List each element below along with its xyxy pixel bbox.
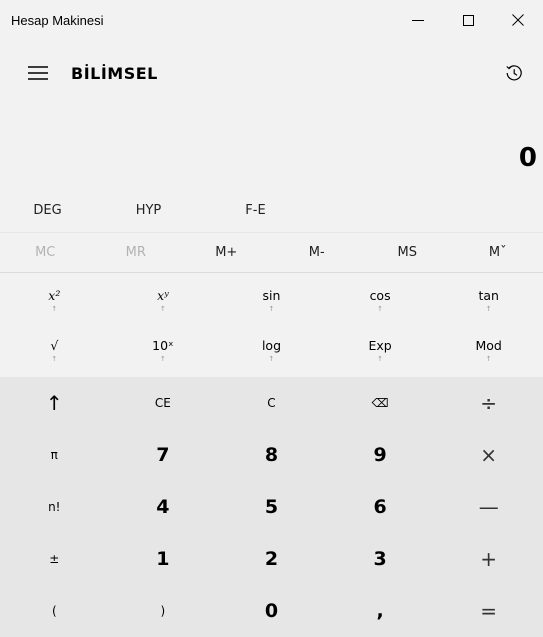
- key-label: log: [261, 337, 282, 353]
- memory-add-button[interactable]: M+: [181, 233, 272, 272]
- key-label: tan: [478, 287, 499, 303]
- mode-toggles: DEG HYP F-E: [0, 194, 543, 226]
- key-label: sin: [262, 287, 281, 303]
- multiply-button[interactable]: ×: [434, 429, 543, 481]
- arrow-up-icon: ↑: [268, 354, 275, 363]
- result-display: 0: [518, 143, 537, 173]
- tan-button[interactable]: tan ↑: [434, 275, 543, 325]
- arrow-up-icon: ↑: [377, 354, 384, 363]
- digit-3-button[interactable]: 3: [326, 533, 435, 585]
- sqrt-button[interactable]: √ ↑: [0, 325, 109, 375]
- pi-button[interactable]: π: [0, 429, 109, 481]
- key-label: √: [50, 337, 59, 353]
- function-keys: x² ↑ xʸ ↑ sin ↑ cos ↑ tan ↑ √ ↑ 10ˣ ↑ lo…: [0, 275, 543, 375]
- mode-title: BİLİMSEL: [71, 63, 158, 83]
- mod-button[interactable]: Mod ↑: [434, 325, 543, 375]
- memory-row: MC MR M+ M- MS Mˇ: [0, 232, 543, 272]
- clear-entry-button[interactable]: CE: [109, 377, 218, 429]
- arrow-up-icon: ↑: [51, 354, 58, 363]
- arrow-up-icon: ↑: [485, 304, 492, 313]
- factorial-button[interactable]: n!: [0, 481, 109, 533]
- key-label: xʸ: [157, 287, 169, 303]
- minus-button[interactable]: —: [434, 481, 543, 533]
- cos-button[interactable]: cos ↑: [325, 275, 435, 325]
- maximize-icon: [462, 14, 474, 26]
- power-button[interactable]: xʸ ↑: [108, 275, 218, 325]
- divide-button[interactable]: ÷: [434, 377, 543, 429]
- open-paren-button[interactable]: (: [0, 585, 109, 637]
- menu-button[interactable]: [13, 50, 63, 96]
- app-header: BİLİMSEL: [0, 50, 543, 96]
- key-label: Exp: [368, 337, 392, 353]
- shift-button[interactable]: ↑: [0, 377, 109, 429]
- decimal-button[interactable]: ,: [326, 585, 435, 637]
- digit-0-button[interactable]: 0: [217, 585, 326, 637]
- minimize-icon: [412, 20, 424, 21]
- title-bar: Hesap Makinesi: [0, 0, 543, 40]
- maximize-button[interactable]: [443, 0, 493, 40]
- negate-button[interactable]: ±: [0, 533, 109, 585]
- memory-subtract-button[interactable]: M-: [272, 233, 363, 272]
- history-button[interactable]: [489, 50, 539, 96]
- hyp-button[interactable]: HYP: [95, 194, 202, 226]
- key-label: cos: [369, 287, 391, 303]
- memory-list-button[interactable]: Mˇ: [453, 233, 543, 272]
- hamburger-menu-icon: [28, 66, 48, 80]
- key-label: 10ˣ: [152, 337, 174, 353]
- arrow-up-icon: ↑: [159, 354, 166, 363]
- digit-8-button[interactable]: 8: [217, 429, 326, 481]
- close-icon: [512, 14, 524, 26]
- square-button[interactable]: x² ↑: [0, 275, 109, 325]
- minimize-button[interactable]: [393, 0, 443, 40]
- digit-5-button[interactable]: 5: [217, 481, 326, 533]
- ten-power-button[interactable]: 10ˣ ↑: [108, 325, 218, 375]
- exp-button[interactable]: Exp ↑: [325, 325, 435, 375]
- close-button[interactable]: [493, 0, 543, 40]
- digit-7-button[interactable]: 7: [109, 429, 218, 481]
- history-icon: [506, 65, 522, 81]
- digit-6-button[interactable]: 6: [326, 481, 435, 533]
- fe-button[interactable]: F-E: [202, 194, 309, 226]
- plus-button[interactable]: +: [434, 533, 543, 585]
- window-title: Hesap Makinesi: [11, 12, 104, 28]
- divider: [0, 272, 543, 273]
- key-label: x²: [48, 287, 61, 303]
- keypad: ↑ CE C ⌫ ÷ π 7 8 9 × n! 4 5 6 — ± 1 2 3 …: [0, 377, 543, 637]
- digit-2-button[interactable]: 2: [217, 533, 326, 585]
- memory-clear-button[interactable]: MC: [0, 233, 91, 272]
- arrow-up-icon: ↑: [268, 304, 275, 313]
- memory-store-button[interactable]: MS: [362, 233, 453, 272]
- backspace-button[interactable]: ⌫: [326, 377, 435, 429]
- arrow-up-icon: ↑: [377, 304, 384, 313]
- arrow-up-icon: ↑: [485, 354, 492, 363]
- digit-4-button[interactable]: 4: [109, 481, 218, 533]
- deg-button[interactable]: DEG: [0, 194, 95, 226]
- key-label: Mod: [475, 337, 502, 353]
- sin-button[interactable]: sin ↑: [217, 275, 326, 325]
- arrow-up-icon: ↑: [51, 304, 58, 313]
- digit-9-button[interactable]: 9: [326, 429, 435, 481]
- digit-1-button[interactable]: 1: [109, 533, 218, 585]
- equals-button[interactable]: =: [434, 585, 543, 637]
- close-paren-button[interactable]: ): [109, 585, 218, 637]
- clear-button[interactable]: C: [217, 377, 326, 429]
- log-button[interactable]: log ↑: [217, 325, 326, 375]
- memory-recall-button[interactable]: MR: [91, 233, 182, 272]
- arrow-up-icon: ↑: [159, 304, 166, 313]
